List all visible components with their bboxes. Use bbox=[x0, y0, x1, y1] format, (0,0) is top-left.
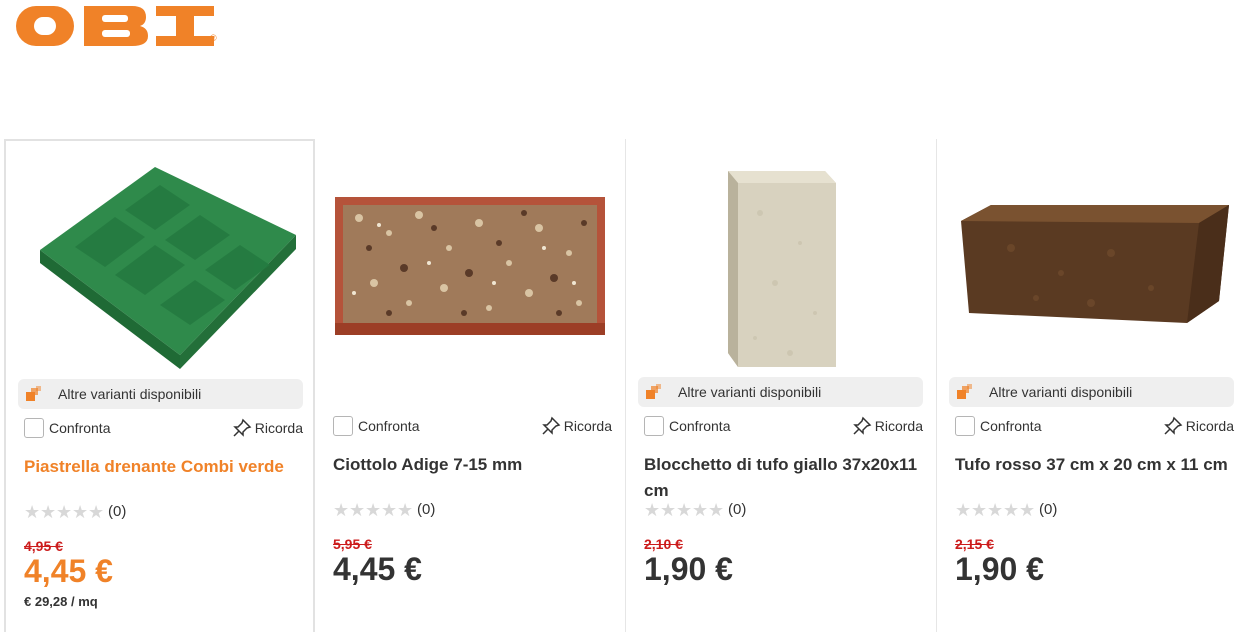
star-icon: ★ bbox=[381, 499, 398, 520]
compare-toggle[interactable]: Confronta bbox=[24, 418, 110, 438]
current-price: 1,90 € bbox=[644, 551, 733, 587]
star-icon: ★ bbox=[692, 499, 709, 520]
variants-available[interactable]: Altre varianti disponibili bbox=[18, 379, 303, 409]
product-image[interactable] bbox=[20, 155, 302, 375]
rating-count: (0) bbox=[1039, 501, 1058, 518]
star-icon: ★ bbox=[676, 499, 693, 520]
remember-label: Ricorda bbox=[874, 418, 923, 434]
variants-icon bbox=[26, 386, 42, 402]
variants-icon bbox=[957, 384, 973, 400]
star-icon: ★ bbox=[397, 499, 414, 520]
star-icon: ★ bbox=[987, 499, 1004, 520]
compare-label: Confronta bbox=[358, 418, 420, 434]
variants-label: Altre varianti disponibili bbox=[989, 384, 1133, 400]
remember-button[interactable]: Ricorda bbox=[541, 416, 612, 436]
variants-available[interactable]: Altre varianti disponibili bbox=[949, 377, 1234, 407]
current-price: 4,45 € bbox=[333, 551, 422, 587]
star-icon: ★ bbox=[349, 499, 366, 520]
product-card[interactable]: Altre varianti disponibili Confronta Ric… bbox=[626, 139, 937, 632]
compare-label: Confronta bbox=[669, 418, 731, 434]
remember-button[interactable]: Ricorda bbox=[1163, 416, 1234, 436]
star-icon: ★ bbox=[1003, 499, 1020, 520]
rating-stars: ★ ★ ★ ★ ★ bbox=[955, 499, 1036, 520]
compare-toggle[interactable]: Confronta bbox=[955, 416, 1041, 436]
old-price: 5,95 € bbox=[333, 536, 372, 552]
star-icon: ★ bbox=[660, 499, 677, 520]
compare-checkbox[interactable] bbox=[333, 416, 353, 436]
rating-stars: ★ ★ ★ ★ ★ bbox=[333, 499, 414, 520]
compare-checkbox[interactable] bbox=[955, 416, 975, 436]
remember-label: Ricorda bbox=[1185, 418, 1234, 434]
variants-icon bbox=[646, 384, 662, 400]
product-card[interactable]: Altre varianti disponibili Confronta Ric… bbox=[937, 139, 1248, 632]
product-image[interactable] bbox=[951, 153, 1233, 373]
star-icon: ★ bbox=[24, 501, 41, 522]
variants-label: Altre varianti disponibili bbox=[58, 386, 202, 402]
compare-toggle[interactable]: Confronta bbox=[644, 416, 730, 436]
star-icon: ★ bbox=[644, 499, 661, 520]
compare-label: Confronta bbox=[49, 420, 111, 436]
product-rating[interactable]: ★ ★ ★ ★ ★ (0) bbox=[24, 501, 127, 522]
product-image[interactable] bbox=[640, 153, 922, 373]
pin-icon bbox=[1163, 416, 1183, 436]
product-list: Altre varianti disponibili Confronta Ric… bbox=[4, 139, 1248, 632]
current-price: 4,45 € bbox=[24, 553, 113, 589]
product-rating[interactable]: ★ ★ ★ ★ ★ (0) bbox=[955, 499, 1058, 520]
variants-label: Altre varianti disponibili bbox=[678, 384, 822, 400]
product-actions: Confronta Ricorda bbox=[955, 415, 1234, 437]
pin-icon bbox=[852, 416, 872, 436]
product-card[interactable]: Altre varianti disponibili Confronta Ric… bbox=[4, 139, 315, 632]
rating-count: (0) bbox=[728, 501, 747, 518]
product-actions: Confronta Ricorda bbox=[24, 417, 303, 439]
star-icon: ★ bbox=[971, 499, 988, 520]
obi-logo[interactable]: ® bbox=[14, 2, 219, 50]
variants-available[interactable]: Altre varianti disponibili bbox=[638, 377, 923, 407]
product-title[interactable]: Piastrella drenante Combi verde bbox=[24, 454, 304, 480]
remember-label: Ricorda bbox=[563, 418, 612, 434]
old-price: 2,15 € bbox=[955, 536, 994, 552]
site-header: ® bbox=[0, 0, 1250, 60]
rating-stars: ★ ★ ★ ★ ★ bbox=[644, 499, 725, 520]
rating-stars: ★ ★ ★ ★ ★ bbox=[24, 501, 105, 522]
remember-label: Ricorda bbox=[254, 420, 303, 436]
old-price: 2,10 € bbox=[644, 536, 683, 552]
remember-button[interactable]: Ricorda bbox=[232, 418, 303, 438]
product-rating[interactable]: ★ ★ ★ ★ ★ (0) bbox=[644, 499, 747, 520]
star-icon: ★ bbox=[1019, 499, 1036, 520]
star-icon: ★ bbox=[40, 501, 57, 522]
star-icon: ★ bbox=[365, 499, 382, 520]
pin-icon bbox=[232, 418, 252, 438]
old-price: 4,95 € bbox=[24, 538, 63, 554]
rating-count: (0) bbox=[108, 503, 127, 520]
product-title[interactable]: Tufo rosso 37 cm x 20 cm x 11 cm bbox=[955, 452, 1235, 478]
pin-icon bbox=[541, 416, 561, 436]
star-icon: ★ bbox=[72, 501, 89, 522]
product-rating[interactable]: ★ ★ ★ ★ ★ (0) bbox=[333, 499, 436, 520]
star-icon: ★ bbox=[56, 501, 73, 522]
star-icon: ★ bbox=[88, 501, 105, 522]
rating-count: (0) bbox=[417, 501, 436, 518]
star-icon: ★ bbox=[333, 499, 350, 520]
remember-button[interactable]: Ricorda bbox=[852, 416, 923, 436]
compare-checkbox[interactable] bbox=[644, 416, 664, 436]
product-title[interactable]: Blocchetto di tufo giallo 37x20x11 cm bbox=[644, 452, 924, 504]
current-price: 1,90 € bbox=[955, 551, 1044, 587]
compare-checkbox[interactable] bbox=[24, 418, 44, 438]
compare-toggle[interactable]: Confronta bbox=[333, 416, 419, 436]
product-title[interactable]: Ciottolo Adige 7-15 mm bbox=[333, 452, 613, 478]
star-icon: ★ bbox=[955, 499, 972, 520]
product-image[interactable] bbox=[329, 153, 611, 373]
product-card[interactable]: Confronta Ricorda Ciottolo Adige 7-15 mm… bbox=[315, 139, 626, 632]
product-actions: Confronta Ricorda bbox=[644, 415, 923, 437]
product-actions: Confronta Ricorda bbox=[333, 415, 612, 437]
star-icon: ★ bbox=[708, 499, 725, 520]
compare-label: Confronta bbox=[980, 418, 1042, 434]
unit-price: € 29,28 / mq bbox=[24, 594, 98, 609]
